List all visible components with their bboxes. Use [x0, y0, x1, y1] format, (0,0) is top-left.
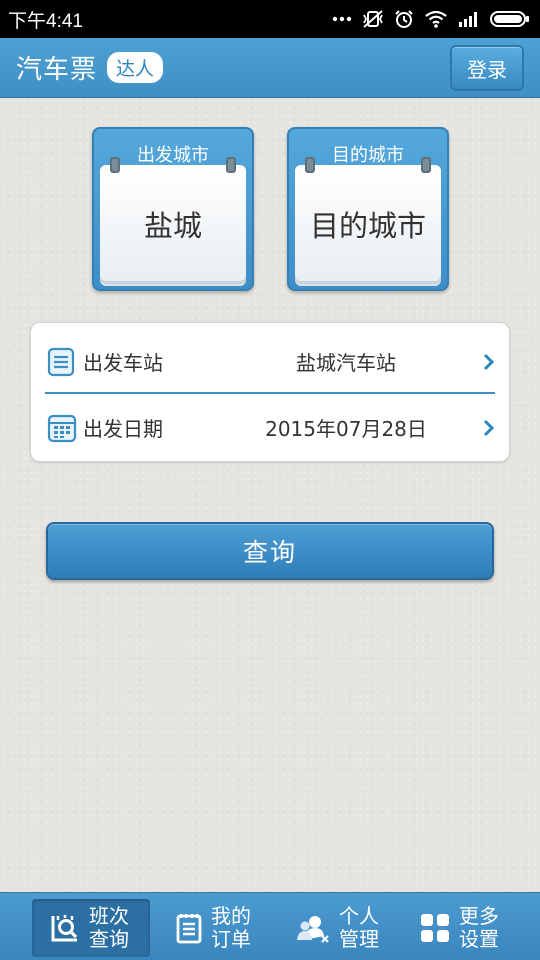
departure-station-value: 盐城汽车站: [296, 350, 396, 375]
calendar-ring-icon: [226, 157, 236, 173]
grid-settings-icon: [421, 914, 449, 942]
nav-item-my-orders[interactable]: 我的订单: [156, 899, 274, 957]
destination-city-value: 目的城市: [309, 209, 426, 243]
departure-city-value: 盐城: [143, 209, 202, 243]
chevron-right-icon: [483, 419, 495, 437]
search-form-panel: 出发车站 盐城汽车站 出发日期 2015年07月28日: [30, 322, 510, 462]
departure-date-label: 出发日期: [83, 416, 163, 441]
bus-search-icon: [51, 915, 78, 942]
nav-item-more-settings[interactable]: 更多设置: [402, 899, 520, 957]
nav-label: 班次查询: [89, 904, 129, 951]
login-button[interactable]: 登录: [450, 45, 524, 91]
nav-item-schedule-search[interactable]: 班次查询: [32, 899, 150, 957]
calendar-page: 目的城市: [295, 157, 441, 281]
app-title: 汽车票: [16, 55, 98, 85]
bottom-nav: 班次查询 我的订单 个人管理 更多设置: [0, 892, 540, 960]
nav-item-personal-management[interactable]: 个人管理: [280, 899, 398, 957]
nav-label: 我的订单: [211, 904, 251, 951]
nav-label: 个人管理: [339, 904, 379, 951]
departure-date-value: 2015年07月28日: [265, 416, 427, 441]
departure-station-row[interactable]: 出发车站 盐城汽车站: [31, 327, 509, 395]
alarm-icon: [395, 10, 413, 28]
station-list-icon: [47, 347, 75, 377]
status-bar: 下午4:41: [0, 0, 540, 38]
calendar-icon: [47, 414, 77, 443]
departure-station-label: 出发车站: [83, 350, 163, 375]
battery-icon: [490, 11, 529, 27]
app-header: 汽车票 达人 登录: [0, 38, 540, 98]
search-button[interactable]: 查询: [46, 522, 494, 580]
status-time: 下午4:41: [8, 10, 83, 32]
signal-icon: [459, 12, 477, 27]
calendar-ring-icon: [305, 157, 315, 173]
calendar-ring-icon: [110, 157, 120, 173]
nav-label: 更多设置: [459, 904, 499, 951]
title-badge: 达人: [107, 52, 164, 83]
wifi-icon: [425, 10, 447, 28]
order-list-icon: [176, 914, 202, 944]
vibrate-icon: [363, 10, 383, 28]
calendar-page: 盐城: [100, 157, 246, 281]
calendar-ring-icon: [421, 157, 431, 173]
departure-date-row[interactable]: 出发日期 2015年07月28日: [31, 393, 509, 461]
status-icons: [332, 9, 530, 29]
more-dots-icon: [332, 16, 352, 22]
chevron-right-icon: [483, 353, 495, 371]
user-manage-icon: [297, 916, 329, 943]
departure-city-card[interactable]: 出发城市 盐城: [92, 127, 254, 291]
destination-city-card[interactable]: 目的城市 目的城市: [287, 127, 449, 291]
